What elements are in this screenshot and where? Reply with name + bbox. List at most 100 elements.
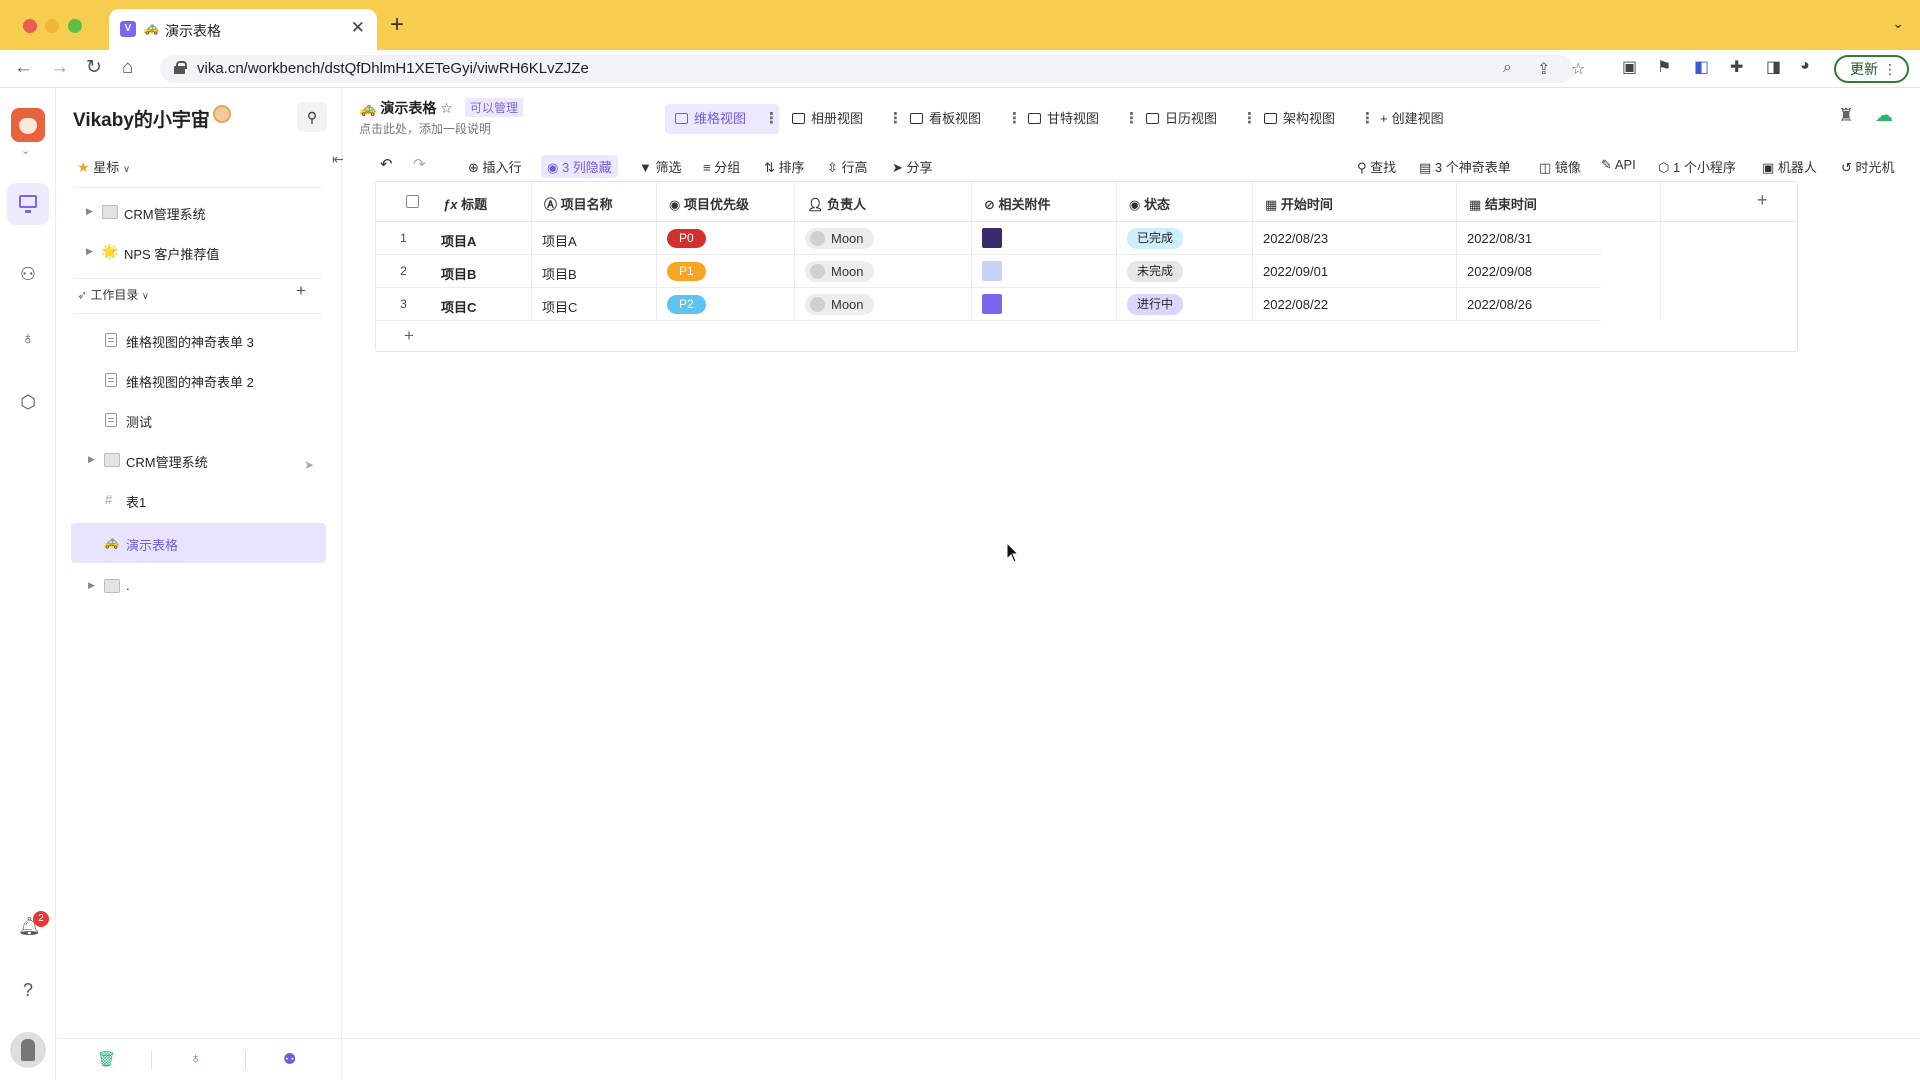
caret-right-icon[interactable]: ▶	[86, 246, 93, 257]
caret-right-icon[interactable]: ▶	[86, 206, 93, 217]
cell-end[interactable]: 2022/09/08	[1457, 255, 1661, 287]
column-header-end[interactable]: ▦ 结束时间	[1457, 182, 1661, 221]
cell-owner[interactable]: Moon	[795, 222, 972, 254]
cell-end[interactable]: 2022/08/31	[1457, 222, 1661, 254]
hidden-columns-button[interactable]: ◉ 3 列隐藏	[541, 155, 618, 178]
cell-status[interactable]: 进行中	[1117, 288, 1253, 320]
cell-priority[interactable]: P0	[657, 222, 795, 254]
cell-attachment[interactable]	[972, 255, 1117, 287]
api-button[interactable]: ✎ API	[1601, 157, 1636, 173]
timemachine-button[interactable]: ↺ 时光机	[1841, 157, 1895, 176]
cell-title[interactable]: 项目B	[431, 255, 532, 287]
tab-kanban-view[interactable]: 看板视图 ⋮	[910, 104, 1022, 134]
table-row[interactable]: 1 项目A 项目A P0 Moon 已完成 2022/08/23 2022/08…	[376, 222, 1661, 255]
view-more-icon[interactable]: ⋮	[1242, 104, 1257, 134]
sort-button[interactable]: ⇅ 排序	[764, 157, 805, 176]
view-more-icon[interactable]: ⋮	[1124, 104, 1139, 134]
bookmark-star-icon[interactable]: ☆	[1571, 59, 1585, 79]
invite-member-icon[interactable]: ⚉	[283, 1050, 296, 1068]
row-height-button[interactable]: ⇳ 行高	[827, 157, 868, 176]
workdir-section-header[interactable]: ➶ 工作目录 ∨	[77, 286, 149, 303]
favorite-star-icon[interactable]: ☆	[440, 100, 453, 116]
column-header-status[interactable]: ◉ 状态	[1117, 182, 1253, 221]
extension-m-icon[interactable]: ◧	[1694, 57, 1709, 77]
cell-start[interactable]: 2022/09/01	[1253, 255, 1457, 287]
filter-button[interactable]: ▼ 筛选	[639, 157, 682, 176]
side-panel-icon[interactable]: ◨	[1766, 57, 1781, 77]
cell-attachment[interactable]	[972, 222, 1117, 254]
add-row-icon[interactable]: +	[404, 326, 414, 346]
search-button[interactable]: ⚲ 查找	[1357, 157, 1396, 176]
cell-name[interactable]: 项目B	[532, 255, 657, 287]
cell-title[interactable]: 项目C	[431, 288, 532, 320]
extension-image-icon[interactable]: ▣	[1622, 57, 1637, 77]
forward-icon[interactable]: →	[50, 57, 69, 79]
select-all-checkbox[interactable]	[406, 195, 419, 208]
attachment-thumbnail[interactable]	[982, 228, 1002, 248]
share-button[interactable]: ➤ 分享	[892, 157, 933, 176]
zoom-icon[interactable]: ⌕	[1503, 59, 1512, 77]
sidebar-item-form-3[interactable]: 维格视图的神奇表单 3	[57, 320, 342, 360]
tab-gallery-view[interactable]: 相册视图 ⋮	[792, 104, 903, 134]
extension-flag-icon[interactable]: ⚑	[1657, 57, 1671, 77]
caret-right-icon[interactable]: ▶	[88, 454, 95, 465]
url-omnibox[interactable]: vika.cn/workbench/dstQfDhlmH1XETeGyi/viw…	[160, 55, 1585, 83]
column-header-start[interactable]: ▦ 开始时间	[1253, 182, 1457, 221]
cell-priority[interactable]: P1	[657, 255, 795, 287]
tab-org-view[interactable]: 架构视图 ⋮	[1264, 104, 1375, 134]
robot-button[interactable]: ▣ 机器人	[1762, 157, 1817, 176]
sidebar-item-crm[interactable]: ▶ CRM管理系统	[57, 440, 342, 480]
cell-status[interactable]: 未完成	[1117, 255, 1253, 287]
cell-title[interactable]: 项目A	[431, 222, 532, 254]
view-more-icon[interactable]: ⋮	[1007, 104, 1022, 134]
view-more-icon[interactable]: ⋮	[1360, 104, 1375, 134]
profile-avatar-icon[interactable]: ◕	[1800, 57, 1810, 75]
column-header-name[interactable]: Ⓐ 项目名称	[532, 182, 657, 221]
collapse-sidebar-icon[interactable]: ⇤	[332, 151, 344, 168]
help-icon[interactable]: ?	[18, 980, 38, 1000]
browser-tab[interactable]: V 🚕 演示表格 ✕	[109, 9, 377, 50]
sheet-description[interactable]: 点击此处，添加一段说明	[359, 120, 491, 137]
sheet-title[interactable]: 🚕 演示表格 ☆	[359, 98, 453, 118]
minimize-window-button[interactable]	[45, 19, 59, 33]
view-more-icon[interactable]: ⋮	[888, 104, 903, 134]
insert-row-button[interactable]: ⊕ 插入行	[468, 157, 522, 176]
cell-owner[interactable]: Moon	[795, 288, 972, 320]
home-icon[interactable]: ⌂	[122, 57, 133, 79]
redo-icon[interactable]: ↷	[413, 155, 426, 173]
sidebar-item-starred-nps[interactable]: ▶ 🌟 NPS 客户推荐值	[57, 232, 342, 272]
sidebar-item-demo-sheet[interactable]: 🚕 演示表格	[71, 523, 326, 563]
back-icon[interactable]: ←	[14, 57, 33, 79]
attachment-thumbnail[interactable]	[982, 261, 1002, 281]
cell-priority[interactable]: P2	[657, 288, 795, 320]
close-tab-icon[interactable]: ✕	[351, 18, 365, 38]
space-switch-chevron-icon[interactable]: ⌄	[21, 144, 30, 157]
collaborator-avatar-icon[interactable]: ♜	[1838, 105, 1854, 126]
column-header-attachment[interactable]: ⊘ 相关附件	[972, 182, 1117, 221]
trash-icon[interactable]: 🗑︎	[97, 1050, 116, 1068]
share-page-icon[interactable]: ⇪	[1537, 59, 1550, 79]
cell-attachment[interactable]	[972, 288, 1117, 320]
sync-cloud-icon[interactable]: ☁	[1875, 105, 1893, 126]
group-button[interactable]: ≡ 分组	[703, 157, 740, 176]
undo-icon[interactable]: ↶	[380, 155, 393, 173]
view-more-icon[interactable]: ⋮	[764, 104, 779, 134]
extensions-puzzle-icon[interactable]: ✚	[1730, 57, 1743, 77]
add-column-icon[interactable]: +	[1757, 190, 1768, 211]
cell-start[interactable]: 2022/08/23	[1253, 222, 1457, 254]
space-avatar[interactable]	[11, 108, 45, 142]
cell-start[interactable]: 2022/08/22	[1253, 288, 1457, 320]
sidebar-search-icon[interactable]: ⚲	[297, 102, 327, 132]
update-button[interactable]: 更新 ⋮	[1834, 55, 1909, 83]
tab-list-chevron-icon[interactable]: ⌄	[1892, 15, 1904, 32]
cell-name[interactable]: 项目A	[532, 222, 657, 254]
sidebar-item-table1[interactable]: # 表1	[57, 480, 342, 520]
column-header-title[interactable]: ƒx 标题	[431, 182, 532, 221]
table-row[interactable]: 3 项目C 项目C P2 Moon 进行中 2022/08/22 2022/08…	[376, 288, 1661, 321]
caret-right-icon[interactable]: ▶	[88, 580, 95, 591]
starred-section-header[interactable]: ★ 星标 ∨	[77, 157, 130, 176]
cell-owner[interactable]: Moon	[795, 255, 972, 287]
settings-hexagon-icon[interactable]: ⬡	[18, 392, 38, 412]
widgets-button[interactable]: ⬡ 1 个小程序	[1658, 157, 1736, 176]
tab-calendar-view[interactable]: 日历视图 ⋮	[1146, 104, 1257, 134]
